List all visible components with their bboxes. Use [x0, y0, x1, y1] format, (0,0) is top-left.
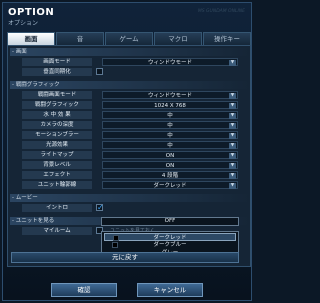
color-swatch — [112, 242, 118, 248]
graphics-row: モーションブラー 中 ▼ — [22, 131, 248, 139]
graphics-row: 背景レベル ON ▼ — [22, 161, 248, 169]
chevron-down-icon[interactable]: ▼ — [229, 183, 236, 189]
graphics-row: 光源効果 中 ▼ — [22, 141, 248, 149]
graphics-row-select[interactable]: ウィンドウモード ▼ — [102, 91, 238, 99]
chevron-down-icon[interactable]: ▼ — [229, 103, 236, 109]
graphics-row-label: 光源効果 — [22, 141, 92, 149]
graphics-row-label: 水 中 効 果 — [22, 111, 92, 119]
tab-sound[interactable]: 音 — [56, 32, 104, 45]
dropdown-option[interactable]: ダークレッド — [104, 233, 236, 241]
chevron-down-icon[interactable]: ▼ — [229, 113, 236, 119]
graphics-row-select[interactable]: ON ▼ — [102, 161, 238, 169]
graphics-row-value: 中 — [167, 113, 173, 119]
screen-mode-label: 画面モード — [22, 58, 92, 66]
graphics-row-value: 中 — [167, 133, 173, 139]
graphics-row-label: 戦闘グラフィック — [22, 101, 92, 109]
chevron-down-icon[interactable]: ▼ — [229, 123, 236, 129]
chevron-down-icon[interactable]: ▼ — [229, 153, 236, 159]
section-movie: - ムービー — [10, 194, 250, 202]
graphics-row-label: ユニット輪郭線 — [22, 181, 92, 189]
my-room-label: マイルーム — [22, 227, 92, 235]
graphics-row-select[interactable]: 中 ▼ — [102, 141, 238, 149]
tab-game[interactable]: ゲーム — [105, 32, 153, 45]
graphics-row-select[interactable]: 4 段階 ▼ — [102, 171, 238, 179]
reset-button[interactable]: 元に戻す — [11, 252, 239, 263]
row-screen-mode: 画面モード ウィンドウモード ▼ — [22, 58, 248, 66]
graphics-row-select[interactable]: 1024 X 768 ▼ — [102, 101, 238, 109]
chevron-down-icon[interactable]: ▼ — [229, 163, 236, 169]
graphics-row-label: カメラの深度 — [22, 121, 92, 129]
section-screen: - 画面 — [10, 48, 250, 56]
chevron-down-icon[interactable]: ▼ — [229, 60, 236, 66]
chevron-down-icon[interactable]: ▼ — [229, 173, 236, 179]
options-window: OPTION オプション MS GUNDAM ONLINE 画面 音 ゲーム マ… — [2, 2, 252, 301]
dropdown-option[interactable]: ダークブルー — [104, 241, 236, 249]
graphics-row: ライトマップ ON ▼ — [22, 151, 248, 159]
graphics-row-select[interactable]: 中 ▼ — [102, 111, 238, 119]
screen-mode-value: ウィンドウモード — [147, 60, 192, 66]
graphics-row-label: 背景レベル — [22, 161, 92, 169]
intro-checkbox[interactable]: ✓ — [96, 204, 104, 212]
options-tabs: 画面 音 ゲーム マクロ 操作キー — [7, 32, 251, 45]
chevron-down-icon[interactable]: ▼ — [229, 93, 236, 99]
graphics-row: 水 中 効 果 中 ▼ — [22, 111, 248, 119]
graphics-row-value: ダークレッド — [153, 183, 187, 189]
graphics-row-value: 中 — [167, 123, 173, 129]
window-subtitle: オプション — [8, 20, 39, 27]
window-title: OPTION — [8, 7, 55, 18]
outline-color-select[interactable]: ダークレッド ▼ — [102, 181, 238, 189]
tab-screen[interactable]: 画面 — [7, 32, 55, 45]
dropdown-option-off[interactable]: OFF — [101, 217, 239, 226]
cancel-button[interactable]: キャンセル — [137, 283, 203, 297]
graphics-row-label: エフェクト — [22, 171, 92, 179]
screen-mode-select[interactable]: ウィンドウモード ▼ — [102, 58, 238, 66]
graphics-row-select[interactable]: ON ▼ — [102, 151, 238, 159]
chevron-down-icon[interactable]: ▼ — [229, 143, 236, 149]
graphics-row: 戦闘画面モード ウィンドウモード ▼ — [22, 91, 248, 99]
vsync-checkbox[interactable] — [96, 68, 103, 75]
graphics-row: エフェクト 4 段階 ▼ — [22, 171, 248, 179]
graphics-row-value: 1024 X 768 — [154, 103, 186, 109]
section-graphics: - 戦闘グラフィック — [10, 81, 250, 89]
graphics-row-label: 戦闘画面モード — [22, 91, 92, 99]
graphics-row-value: ウィンドウモード — [147, 93, 192, 99]
chevron-down-icon[interactable]: ▼ — [229, 133, 236, 139]
tab-macro[interactable]: マクロ — [154, 32, 202, 45]
graphics-row-value: ON — [165, 163, 175, 169]
graphics-row-outline: ユニット輪郭線 ダークレッド ▼ — [22, 181, 248, 189]
graphics-row-label: モーションブラー — [22, 131, 92, 139]
graphics-row-label: ライトマップ — [22, 151, 92, 159]
row-intro: イントロ ✓ — [22, 204, 248, 212]
confirm-button[interactable]: 確認 — [51, 283, 117, 297]
graphics-row-select[interactable]: 中 ▼ — [102, 121, 238, 129]
tab-keys[interactable]: 操作キー — [203, 32, 251, 45]
graphics-row-select[interactable]: 中 ▼ — [102, 131, 238, 139]
row-vsync: 垂直同期化 — [22, 68, 248, 76]
intro-label: イントロ — [22, 204, 92, 212]
graphics-row: カメラの深度 中 ▼ — [22, 121, 248, 129]
dropdown-option-label: ダークブルー — [153, 242, 187, 248]
graphics-row-value: 4 段階 — [161, 173, 179, 179]
graphics-row-value: ON — [165, 153, 175, 159]
graphics-row-value: 中 — [167, 143, 173, 149]
game-watermark: MS GUNDAM ONLINE — [197, 9, 245, 14]
vsync-label: 垂直同期化 — [22, 68, 92, 76]
graphics-row: 戦闘グラフィック 1024 X 768 ▼ — [22, 101, 248, 109]
